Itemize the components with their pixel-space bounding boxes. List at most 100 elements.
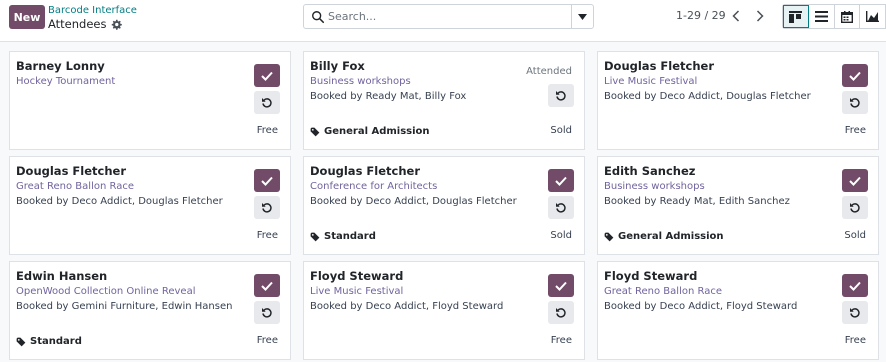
attendee-card[interactable]: Floyd Steward Great Reno Ballon Race Booke… bbox=[597, 261, 879, 360]
attendee-card[interactable]: Douglas Fletcher Live Music Festival Booke… bbox=[597, 51, 879, 150]
confirm-attendance-button[interactable] bbox=[254, 64, 280, 87]
ticket-tag-icon bbox=[310, 232, 320, 241]
attendee-name: Floyd Steward bbox=[310, 269, 404, 283]
area-chart-icon bbox=[866, 11, 880, 22]
confirm-attendance-button[interactable] bbox=[842, 274, 868, 297]
check-icon bbox=[555, 176, 567, 186]
check-icon bbox=[849, 176, 861, 186]
check-icon bbox=[849, 71, 861, 81]
list-view-button[interactable] bbox=[809, 5, 835, 28]
search-options-toggle[interactable] bbox=[571, 5, 593, 28]
event-name: OpenWood Collection Online Reveal bbox=[16, 286, 196, 297]
ticket-tag-icon bbox=[16, 337, 26, 346]
reset-attendance-button[interactable] bbox=[254, 301, 280, 324]
check-icon bbox=[849, 281, 861, 291]
ticket-type-label: General Admission bbox=[324, 126, 430, 137]
reset-attendance-button[interactable] bbox=[254, 196, 280, 219]
attendee-card[interactable]: Douglas Fletcher Great Reno Ballon Race Bo… bbox=[9, 156, 291, 255]
list-icon bbox=[814, 11, 828, 22]
breadcrumb-link[interactable]: Barcode Interface bbox=[48, 5, 137, 16]
attendee-card[interactable]: Douglas Fletcher Conference for Architect… bbox=[303, 156, 585, 255]
undo-icon bbox=[850, 202, 860, 213]
attendee-card[interactable]: Floyd Steward Live Music Festival Booked b… bbox=[303, 261, 585, 360]
price-label: Free bbox=[256, 335, 278, 346]
page-title-label: Attendees bbox=[48, 17, 107, 31]
new-button[interactable]: New bbox=[9, 5, 45, 29]
event-name: Great Reno Ballon Race bbox=[604, 286, 722, 297]
check-icon bbox=[555, 281, 567, 291]
event-name: Conference for Architects bbox=[310, 181, 438, 192]
reset-attendance-button[interactable] bbox=[842, 91, 868, 114]
gear-icon[interactable] bbox=[111, 19, 122, 30]
price-label: Free bbox=[256, 125, 278, 136]
view-switcher bbox=[782, 4, 886, 29]
calendar-view-button[interactable] bbox=[835, 5, 861, 28]
event-name: Business workshops bbox=[604, 181, 705, 192]
undo-icon bbox=[556, 90, 566, 101]
ticket-type-label: Standard bbox=[30, 336, 82, 347]
price-label: Sold bbox=[550, 230, 572, 241]
pager-next-button[interactable] bbox=[748, 5, 772, 27]
reset-attendance-button[interactable] bbox=[254, 91, 280, 114]
check-icon bbox=[261, 176, 273, 186]
price-label: Sold bbox=[550, 125, 572, 136]
search-input[interactable] bbox=[328, 8, 568, 25]
event-name: Hockey Tournament bbox=[16, 76, 116, 87]
attendee-name: Floyd Steward bbox=[604, 269, 698, 283]
confirm-attendance-button[interactable] bbox=[254, 169, 280, 192]
confirm-attendance-button[interactable] bbox=[842, 64, 868, 87]
attendee-name: Edith Sanchez bbox=[604, 164, 696, 178]
ticket-type: General Admission bbox=[604, 231, 724, 242]
attendee-name: Edwin Hansen bbox=[16, 269, 108, 283]
pager-value[interactable]: 1-29 / 29 bbox=[676, 9, 726, 22]
ticket-type: Standard bbox=[16, 336, 82, 347]
confirm-attendance-button[interactable] bbox=[548, 274, 574, 297]
attendee-card[interactable]: Edwin Hansen OpenWood Collection Online R… bbox=[9, 261, 291, 360]
price-label: Free bbox=[844, 335, 866, 346]
reset-attendance-button[interactable] bbox=[548, 301, 574, 324]
attendee-name: Billy Fox bbox=[310, 59, 365, 73]
check-icon bbox=[261, 71, 273, 81]
booked-by: Booked by Ready Mat, Billy Fox bbox=[310, 91, 467, 102]
attendee-name: Douglas Fletcher bbox=[16, 164, 126, 178]
confirm-attendance-button[interactable] bbox=[548, 169, 574, 192]
booked-by: Booked by Ready Mat, Edith Sanchez bbox=[604, 196, 790, 207]
price-label: Free bbox=[844, 125, 866, 136]
reset-attendance-button[interactable] bbox=[842, 301, 868, 324]
undo-icon bbox=[556, 307, 566, 318]
booked-by: Booked by Deco Addict, Douglas Fletcher bbox=[310, 196, 517, 207]
chevron-left-icon bbox=[732, 10, 740, 22]
chevron-right-icon bbox=[756, 10, 764, 22]
price-label: Sold bbox=[844, 230, 866, 241]
confirm-attendance-button[interactable] bbox=[842, 169, 868, 192]
undo-icon bbox=[556, 202, 566, 213]
booked-by: Booked by Deco Addict, Floyd Steward bbox=[310, 301, 504, 312]
attendee-name: Douglas Fletcher bbox=[604, 59, 714, 73]
reset-attendance-button[interactable] bbox=[842, 196, 868, 219]
reset-attendance-button[interactable] bbox=[548, 196, 574, 219]
booked-by: Booked by Deco Addict, Floyd Steward bbox=[604, 301, 798, 312]
undo-icon bbox=[262, 97, 272, 108]
graph-view-button[interactable] bbox=[860, 5, 886, 28]
calendar-icon bbox=[840, 10, 853, 23]
confirm-attendance-button[interactable] bbox=[254, 274, 280, 297]
control-panel: New Barcode Interface Attendees 1-29 / 2… bbox=[0, 0, 886, 42]
kanban-view-button[interactable] bbox=[783, 5, 809, 28]
ticket-type-label: General Admission bbox=[618, 231, 724, 242]
reset-attendance-button[interactable] bbox=[548, 84, 574, 107]
event-name: Live Music Festival bbox=[604, 76, 698, 87]
check-icon bbox=[261, 281, 273, 291]
search-bar[interactable] bbox=[303, 4, 594, 29]
attendee-card[interactable]: Edith Sanchez Business workshops Booked by… bbox=[597, 156, 879, 255]
undo-icon bbox=[850, 97, 860, 108]
attendee-name: Douglas Fletcher bbox=[310, 164, 420, 178]
attendee-name: Barney Lonny bbox=[16, 59, 105, 73]
booked-by: Booked by Deco Addict, Douglas Fletcher bbox=[16, 196, 223, 207]
attendee-card[interactable]: Barney Lonny Hockey Tournament Free bbox=[9, 51, 291, 150]
pager-previous-button[interactable] bbox=[724, 5, 748, 27]
attended-status: Attended bbox=[526, 66, 572, 77]
booked-by: Booked by Deco Addict, Douglas Fletcher bbox=[604, 91, 811, 102]
attendee-card[interactable]: Billy Fox Business workshops Booked by Rea… bbox=[303, 51, 585, 150]
ticket-tag-icon bbox=[310, 127, 320, 136]
price-label: Free bbox=[256, 230, 278, 241]
